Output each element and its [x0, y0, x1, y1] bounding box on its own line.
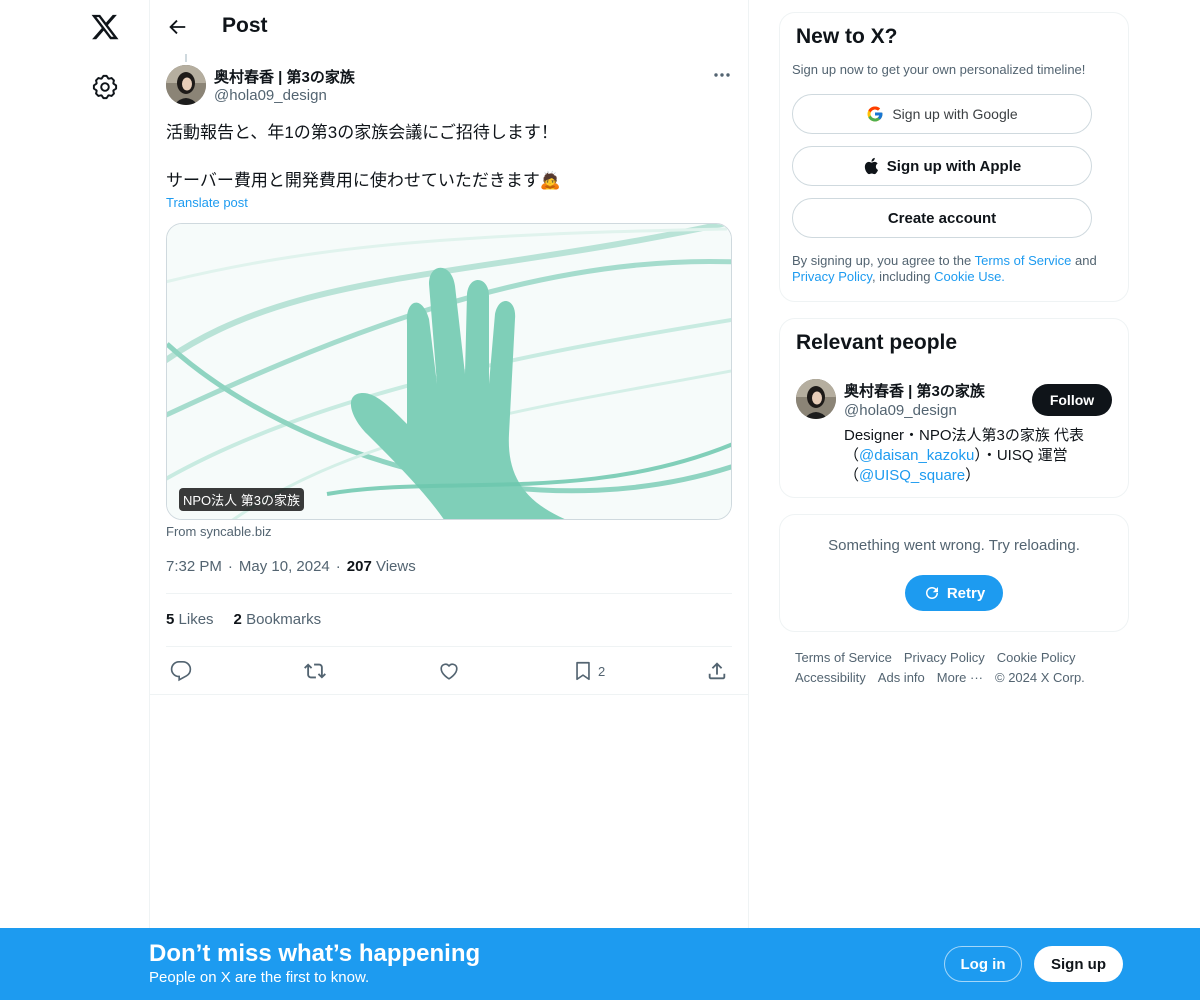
terms-link[interactable]: Terms of Service — [975, 253, 1072, 268]
signup-google-label: Sign up with Google — [892, 106, 1018, 122]
footer-link[interactable]: Accessibility — [795, 670, 866, 685]
footer-link[interactable]: Privacy Policy — [904, 650, 985, 665]
page-header: Post — [150, 0, 749, 54]
avatar[interactable] — [166, 65, 206, 105]
bookmark-action-count: 2 — [598, 663, 606, 679]
link-card[interactable]: NPO法人 第3の家族 — [166, 223, 732, 520]
post-meta: 7:32 PM · May 10, 2024 · 207 Views — [166, 558, 416, 575]
avatar[interactable] — [796, 379, 836, 419]
card-image — [167, 224, 731, 519]
signup-card: New to X? Sign up now to get your own pe… — [779, 12, 1129, 302]
signup-apple-label: Sign up with Apple — [886, 157, 1022, 175]
bio-text: ） — [965, 467, 981, 484]
post-text-line: サーバー費用と開発費用に使わせていただきます🙇 — [166, 171, 561, 190]
share-icon — [708, 662, 726, 680]
views-label: Views — [375, 558, 416, 575]
error-message: Something went wrong. Try reloading. — [828, 537, 1080, 554]
cookie-link[interactable]: Cookie Use. — [934, 269, 1005, 284]
legal-text: By signing up, you agree to the — [792, 253, 975, 268]
bottom-bar-title: Don’t miss what’s happening — [149, 940, 481, 967]
translate-link[interactable]: Translate post — [166, 195, 248, 210]
google-icon — [867, 106, 883, 122]
reply-icon — [170, 661, 192, 682]
person-handle[interactable]: @hola09_design — [844, 402, 957, 419]
signup-card-title: New to X? — [796, 25, 898, 48]
repost-icon — [304, 663, 326, 679]
create-account-button[interactable]: Create account — [792, 198, 1092, 238]
post-stats: 5 Likes 2 Bookmarks — [166, 611, 321, 628]
divider — [166, 593, 732, 594]
signup-legal: By signing up, you agree to the Terms of… — [792, 253, 1118, 285]
person-name[interactable]: 奥村春香 | 第3の家族 — [844, 380, 985, 401]
left-nav — [0, 0, 150, 1000]
signup-button[interactable]: Sign up — [1034, 946, 1123, 982]
bottom-bar-subtitle: People on X are the first to know. — [149, 969, 370, 986]
thread-line — [185, 54, 187, 62]
retry-label: Retry — [946, 584, 986, 602]
person-bio: Designer・NPO法人第3の家族 代表（@daisan_kazoku）・U… — [844, 426, 1114, 486]
main-column: Post 奥村春香 | 第3の家族 @hola09_design 活動報告と、年… — [150, 0, 749, 1000]
author-name[interactable]: 奥村春香 | 第3の家族 — [214, 66, 355, 87]
footer-link[interactable]: Terms of Service — [795, 650, 892, 665]
footer-link[interactable]: Ads info — [878, 670, 925, 685]
bookmarks-count[interactable]: 2 — [234, 611, 242, 628]
bookmark-button[interactable]: 2 — [572, 660, 605, 682]
signup-apple-button[interactable]: Sign up with Apple — [792, 146, 1092, 186]
signup-card-subtitle: Sign up now to get your own personalized… — [792, 62, 1086, 77]
post-time[interactable]: 7:32 PM — [166, 558, 222, 575]
gear-icon[interactable] — [92, 74, 118, 100]
post-actions: 2 — [150, 647, 749, 695]
footer-links: Terms of Service Privacy Policy Cookie Pol… — [795, 648, 1115, 688]
reply-button[interactable] — [170, 660, 192, 682]
follow-button[interactable]: Follow — [1032, 384, 1112, 416]
retry-button[interactable]: Retry — [905, 575, 1003, 611]
bottom-signup-bar: Don’t miss what’s happening People on X … — [0, 928, 1200, 1000]
back-arrow-icon[interactable] — [166, 16, 188, 38]
post-text: 活動報告と、年1の第3の家族会議にご招待します！ サーバー費用と開発費用に使わせ… — [166, 121, 726, 193]
share-button[interactable] — [706, 660, 728, 682]
error-card: Something went wrong. Try reloading. Ret… — [779, 514, 1129, 632]
privacy-link[interactable]: Privacy Policy — [792, 269, 872, 284]
more-options-icon[interactable] — [712, 70, 732, 80]
login-button[interactable]: Log in — [944, 946, 1022, 982]
legal-text: , including — [871, 269, 935, 284]
post-text-line: 活動報告と、年1の第3の家族会議にご招待します！ — [166, 123, 558, 142]
bookmarks-label[interactable]: Bookmarks — [246, 611, 321, 628]
author-handle[interactable]: @hola09_design — [214, 87, 327, 104]
card-label: NPO法人 第3の家族 — [179, 488, 305, 511]
bookmark-icon — [576, 661, 590, 681]
views-count: 207 — [346, 558, 372, 575]
heart-icon — [440, 663, 458, 680]
apple-icon — [864, 157, 878, 175]
footer-link[interactable]: Cookie Policy — [997, 650, 1076, 665]
refresh-icon — [925, 587, 938, 599]
legal-text: and — [1071, 253, 1097, 268]
relevant-people-title: Relevant people — [796, 331, 958, 354]
create-account-label: Create account — [887, 209, 997, 227]
signup-google-button[interactable]: Sign up with Google — [792, 94, 1092, 134]
copyright: © 2024 X Corp. — [995, 670, 1085, 685]
likes-label[interactable]: Likes — [179, 611, 214, 628]
card-source[interactable]: From syncable.biz — [166, 524, 271, 539]
bio-mention-link[interactable]: @daisan_kazoku — [859, 447, 974, 464]
likes-count[interactable]: 5 — [166, 611, 174, 628]
page-title: Post — [222, 14, 268, 37]
bio-mention-link[interactable]: @UISQ_square — [859, 467, 965, 484]
repost-button[interactable] — [304, 660, 326, 682]
footer-link[interactable]: More ··· — [937, 670, 983, 685]
like-button[interactable] — [438, 660, 460, 682]
post-date[interactable]: May 10, 2024 — [239, 558, 330, 575]
x-logo-icon[interactable] — [90, 12, 120, 42]
relevant-people-card: Relevant people 奥村春香 | 第3の家族 @hola09_des… — [779, 318, 1129, 498]
